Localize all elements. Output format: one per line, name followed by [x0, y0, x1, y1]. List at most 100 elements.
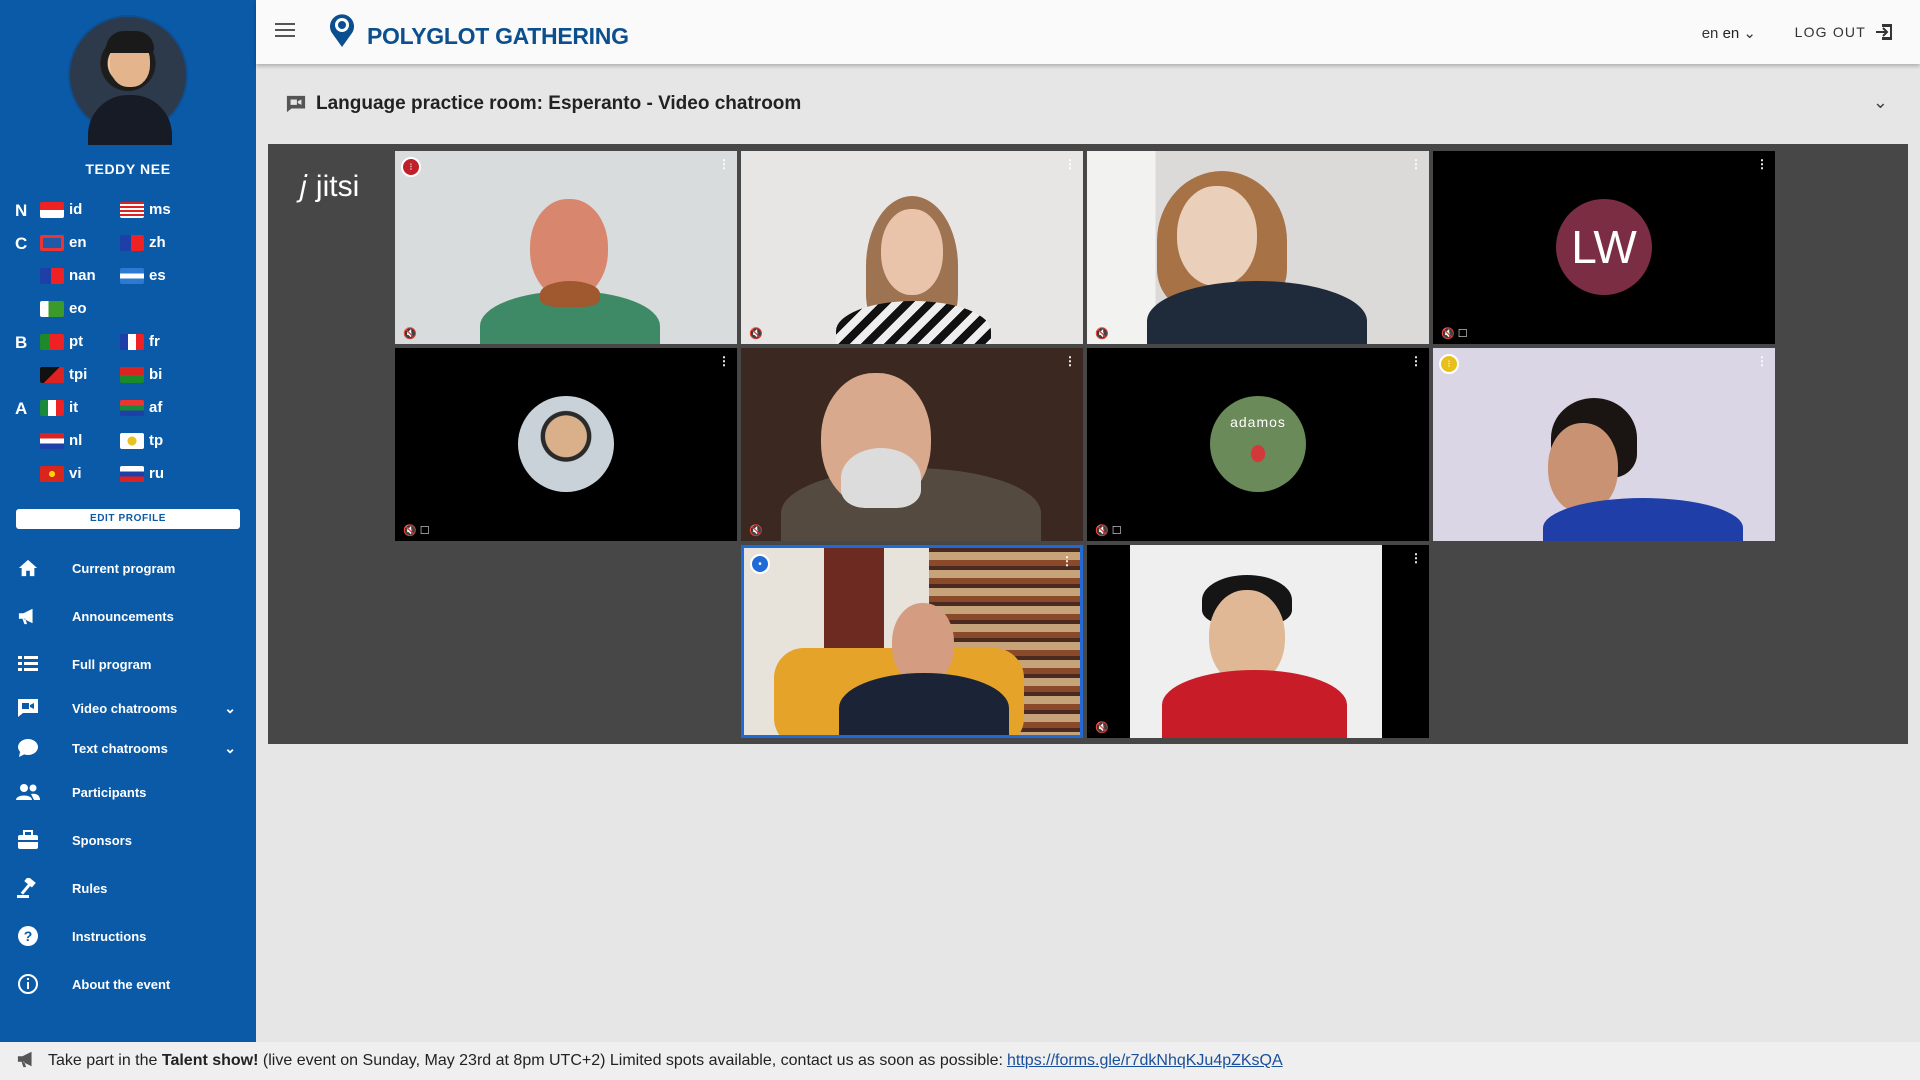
nav-current-program[interactable]: Current program [0, 550, 256, 586]
flag-pt-icon [40, 333, 64, 350]
more-options-icon[interactable]: ⋮ [1410, 551, 1422, 565]
more-options-icon[interactable]: ⋮ [1756, 354, 1768, 368]
logout-icon [1876, 24, 1892, 40]
pinned-icon: • [750, 554, 770, 574]
participant-initials-avatar: LW [1556, 199, 1652, 295]
more-options-icon[interactable]: ⋮ [1064, 354, 1076, 368]
chevron-down-icon: ⌄ [1743, 25, 1756, 42]
nav-sponsors[interactable]: Sponsors [0, 822, 256, 858]
username: TEDDY NEE [85, 161, 171, 177]
nav-participants[interactable]: Participants [0, 774, 256, 810]
nav-rules[interactable]: Rules [0, 870, 256, 906]
mic-muted-icon: 🔇 [403, 328, 417, 340]
mic-muted-icon: 🔇 ☐ [1095, 525, 1122, 537]
video-chat-icon [286, 95, 306, 113]
room-header: Language practice room: Esperanto - Vide… [256, 64, 1920, 144]
lang-af: af [120, 399, 162, 416]
flag-tp-icon [120, 432, 144, 449]
level-b: B [15, 333, 28, 352]
participant-avatar [518, 396, 614, 492]
room-title: Language practice room: Esperanto - Vide… [316, 93, 802, 114]
lang-es: es [120, 267, 166, 284]
more-options-icon[interactable]: ⋮ [1756, 157, 1768, 171]
nav-text-chatrooms[interactable]: Text chatrooms ⌄ [0, 730, 256, 766]
flag-ms-icon [120, 201, 144, 218]
info-icon [16, 972, 40, 996]
level-native: N [15, 201, 28, 220]
sidebar: TEDDY NEE N C B A id ms en zh nan es eo … [0, 0, 256, 1042]
lang-id: id [40, 201, 82, 218]
mic-muted-icon: 🔇 [1095, 328, 1109, 340]
edit-profile-button[interactable]: EDIT PROFILE [16, 509, 240, 529]
video-tile[interactable]: adamos ⋮ 🔇 ☐ [1087, 348, 1429, 541]
video-tile[interactable]: ⋮ 🔇 [741, 348, 1083, 541]
mic-muted-icon: 🔇 ☐ [1441, 328, 1468, 340]
level-c: C [15, 234, 28, 253]
flag-en-icon [40, 234, 64, 251]
lang-vi: vi [40, 465, 82, 482]
flag-fr-icon [120, 333, 144, 350]
video-tile[interactable]: ⋮ 🔇 [1087, 545, 1429, 738]
video-tile[interactable]: ⁝ ⋮ 🔇 [395, 151, 737, 344]
lang-nan: nan [40, 267, 96, 284]
participant-avatar [1210, 396, 1306, 492]
svg-text:?: ? [24, 928, 33, 944]
chevron-down-icon[interactable]: ⌄ [224, 740, 236, 757]
signal-weak-icon: ⁝ [401, 157, 421, 177]
lang-tpi: tpi [40, 366, 87, 383]
more-options-icon[interactable]: ⋮ [718, 157, 730, 171]
language-select[interactable]: en en ⌄ [1702, 24, 1756, 42]
nav-video-chatrooms[interactable]: Video chatrooms ⌄ [0, 690, 256, 726]
video-tile[interactable]: ⁝ ⋮ [1433, 348, 1775, 541]
video-tile[interactable]: ⋮ 🔇 [1087, 151, 1429, 344]
nav-announcements[interactable]: Announcements [0, 598, 256, 634]
chevron-down-icon[interactable]: ⌄ [224, 700, 236, 717]
more-options-icon[interactable]: ⋮ [1410, 354, 1422, 368]
video-tile-active-speaker[interactable]: • ⋮ [741, 545, 1083, 738]
jitsi-logo[interactable]: 𝑗 jitsi [298, 170, 359, 204]
people-icon [16, 780, 40, 804]
nav-about[interactable]: About the event [0, 966, 256, 1002]
lang-it: it [40, 399, 78, 416]
video-chat-icon [16, 696, 40, 720]
more-options-icon[interactable]: ⋮ [1410, 157, 1422, 171]
flag-zh-icon [120, 234, 144, 251]
mic-muted-icon: 🔇 [1095, 722, 1109, 734]
top-bar: POLYGLOT GATHERING en en ⌄ LOG OUT [256, 0, 1920, 64]
nav-instructions[interactable]: ? Instructions [0, 918, 256, 954]
flag-it-icon [40, 399, 64, 416]
lang-pt: pt [40, 333, 83, 350]
chevron-down-icon[interactable]: ⌄ [1873, 92, 1888, 113]
lang-fr: fr [120, 333, 160, 350]
list-icon [16, 652, 40, 676]
flag-vi-icon [40, 465, 64, 482]
lang-tp: tp [120, 432, 163, 449]
more-options-icon[interactable]: ⋮ [718, 354, 730, 368]
flag-eo-icon [40, 300, 64, 317]
megaphone-icon [16, 604, 40, 628]
mic-muted-icon: 🔇 ☐ [403, 525, 430, 537]
avatar[interactable] [68, 15, 188, 145]
hamburger-menu-icon[interactable] [275, 23, 295, 39]
nav-full-program[interactable]: Full program [0, 646, 256, 682]
help-icon: ? [16, 924, 40, 948]
video-tile[interactable]: LW ⋮ 🔇 ☐ [1433, 151, 1775, 344]
flag-tpi-icon [40, 366, 64, 383]
lang-zh: zh [120, 234, 166, 251]
logout-button[interactable]: LOG OUT [1795, 22, 1894, 42]
video-tile[interactable]: ⋮ 🔇 ☐ [395, 348, 737, 541]
video-tile[interactable]: ⋮ 🔇 [741, 151, 1083, 344]
announcement-bar: Take part in the Talent show! (live even… [0, 1042, 1920, 1080]
polyglot-logo-icon [330, 14, 354, 47]
megaphone-icon [16, 1049, 38, 1074]
flag-af-icon [120, 399, 144, 416]
level-a: A [15, 399, 28, 418]
flag-nl-icon [40, 432, 64, 449]
more-options-icon[interactable]: ⋮ [1061, 554, 1073, 568]
brand-name[interactable]: POLYGLOT GATHERING [367, 23, 629, 50]
talent-show-link[interactable]: https://forms.gle/r7dkNhqKJu4pZKsQA [1007, 1052, 1283, 1070]
flag-ru-icon [120, 465, 144, 482]
video-conference: 𝑗 jitsi ⁝ ⋮ 🔇 ⋮ 🔇 ⋮ 🔇 LW ⋮ 🔇 ☐ ⋮ 🔇 ☐ ⋮ 🔇… [268, 144, 1908, 744]
more-options-icon[interactable]: ⋮ [1064, 157, 1076, 171]
home-icon [16, 556, 40, 580]
